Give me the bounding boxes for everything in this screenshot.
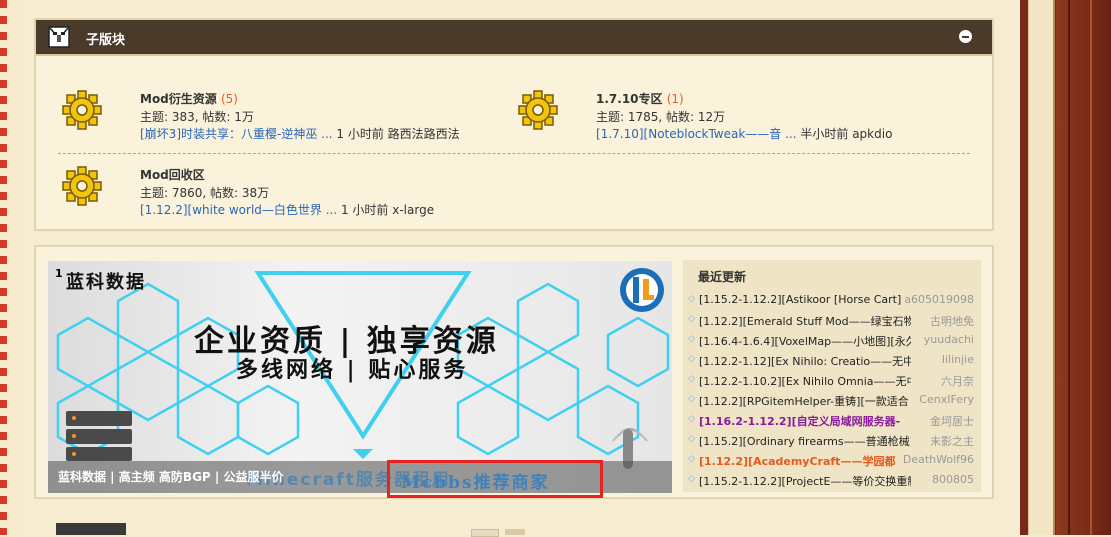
last-post-link[interactable]: [1.7.10][NoteblockTweak——音 ... xyxy=(596,127,797,141)
gear-icon xyxy=(518,90,558,130)
bullet-icon: ◇ xyxy=(688,474,695,484)
recent-updates-list: ◇ [1.15.2-1.12.2][Astikoor [Horse Cart] a6… xyxy=(688,293,978,493)
list-item[interactable]: ◇ [1.15.2-1.12.2][ProjectE——等价交换重制 800805 xyxy=(688,473,978,493)
forum-item-mod-derivative[interactable]: Mod衍生资源 (5) 主题: 383, 帖数: 1万 [崩坏3]时装共享：八重… xyxy=(62,90,462,146)
update-title[interactable]: [1.16.4-1.6.4][VoxelMap——小地图][永久 xyxy=(699,333,911,349)
forum-name[interactable]: 1.7.10专区 (1) xyxy=(596,90,684,107)
update-author[interactable]: CenxIFery xyxy=(919,393,974,406)
left-decorative-border xyxy=(0,0,7,535)
right-wood-frame xyxy=(1020,0,1111,535)
forum-item-mod-recycle[interactable]: Mod回收区 主题: 7860, 帖数: 38万 [1.12.2][white … xyxy=(62,166,462,222)
ad-brand: 蓝科数据 xyxy=(66,272,146,293)
subforum-header: 子版块 xyxy=(36,20,992,56)
forum-name[interactable]: Mod衍生资源 (5) xyxy=(140,90,238,107)
bottom-tab[interactable] xyxy=(471,529,499,537)
forum-stats: 主题: 383, 帖数: 1万 xyxy=(140,110,254,124)
update-title[interactable]: [1.12.2-1.12][Ex Nihilo: Creatio——无中生 xyxy=(699,353,911,369)
forum-last-post: [1.7.10][NoteblockTweak——音 ... 半小时前 apkd… xyxy=(596,127,893,141)
update-title[interactable]: [1.12.2][AcademyCraft——学园都 xyxy=(699,453,911,469)
forum-stats: 主题: 1785, 帖数: 12万 xyxy=(596,110,726,124)
forum-stats: 主题: 7860, 帖数: 38万 xyxy=(140,186,270,200)
ad-headline-2: 多线网络 | 贴心服务 xyxy=(236,357,469,383)
divider xyxy=(58,153,970,154)
update-title[interactable]: [1.12.2-1.10.2][Ex Nihilo Omnia——无中生 xyxy=(699,373,911,389)
list-item[interactable]: ◇ [1.16.2-1.12.2][自定义局域网服务器- 金坷居士 xyxy=(688,413,978,433)
lanke-logo-icon xyxy=(620,268,664,312)
bullet-icon: ◇ xyxy=(688,414,695,424)
recent-updates-title: 最近更新 xyxy=(698,270,747,284)
bullet-icon: ◇ xyxy=(688,434,695,444)
bottom-image-strip xyxy=(56,523,126,535)
update-title[interactable]: [1.15.2-1.12.2][ProjectE——等价交换重制 xyxy=(699,473,911,489)
recent-updates-panel: 最近更新 ◇ [1.15.2-1.12.2][Astikoor [Horse Ca… xyxy=(683,260,981,492)
update-title[interactable]: [1.16.2-1.12.2][自定义局域网服务器- xyxy=(699,413,911,429)
bullet-icon: ◇ xyxy=(688,374,695,384)
forum-last-post: [崩坏3]时装共享：八重樱-逆神巫 ... 1 小时前 路西法路西法 xyxy=(140,127,460,141)
update-author[interactable]: 800805 xyxy=(932,473,974,486)
ad-caption: 蓝科数据 | 高主频 高防BGP | 公益服半价 xyxy=(58,470,284,484)
update-author[interactable]: yuudachi xyxy=(924,333,974,346)
highlight-box xyxy=(387,460,603,498)
update-author[interactable]: 古明地免 xyxy=(930,313,974,329)
list-item[interactable]: ◇ [1.15.2][Ordinary firearms——普通枪械] 末影之主 xyxy=(688,433,978,453)
update-author[interactable]: a605019098 xyxy=(904,293,974,306)
forum-item-1710[interactable]: 1.7.10专区 (1) 主题: 1785, 帖数: 12万 [1.7.10][… xyxy=(518,90,958,146)
list-item[interactable]: ◇ [1.12.2][Emerald Stuff Mod——绿宝石物 古明地免 xyxy=(688,313,978,333)
update-title[interactable]: [1.12.2][RPGitemHelper-重铸][一款适合 xyxy=(699,393,911,409)
list-item[interactable]: ◇ [1.12.2-1.10.2][Ex Nihilo Omnia——无中生 六月奈 xyxy=(688,373,978,393)
forum-last-post: [1.12.2][white world—白色世界 ... 1 小时前 x-la… xyxy=(140,203,435,217)
gear-icon xyxy=(62,166,102,206)
list-item[interactable]: ◇ [1.12.2][AcademyCraft——学园都 DeathWolf96 xyxy=(688,453,978,473)
list-item[interactable]: ◇ [1.12.2][RPGitemHelper-重铸][一款适合 CenxIFer… xyxy=(688,393,978,413)
bullet-icon: ◇ xyxy=(688,394,695,404)
last-post-link[interactable]: [崩坏3]时装共享：八重樱-逆神巫 ... xyxy=(140,127,333,141)
bullet-icon: ◇ xyxy=(688,294,695,304)
update-author[interactable]: DeathWolf96 xyxy=(903,453,974,466)
slide-index: 1 xyxy=(55,267,63,280)
list-item[interactable]: ◇ [1.15.2-1.12.2][Astikoor [Horse Cart] a6… xyxy=(688,293,978,313)
forum-name[interactable]: Mod回收区 xyxy=(140,166,205,183)
update-title[interactable]: [1.12.2][Emerald Stuff Mod——绿宝石物 xyxy=(699,313,911,329)
update-author[interactable]: lilinjie xyxy=(942,353,974,366)
villager-icon xyxy=(48,26,70,48)
update-author[interactable]: 金坷居士 xyxy=(930,413,974,429)
bullet-icon: ◇ xyxy=(688,454,695,464)
bottom-tab[interactable] xyxy=(505,529,525,535)
bullet-icon: ◇ xyxy=(688,314,695,324)
update-title[interactable]: [1.15.2][Ordinary firearms——普通枪械] xyxy=(699,433,911,449)
update-title[interactable]: [1.15.2-1.12.2][Astikoor [Horse Cart] xyxy=(699,293,911,306)
subforum-panel: 子版块 Mod衍生资源 (5) 主题: 383, 帖数: 1万 [崩坏3]时装共… xyxy=(34,18,994,231)
collapse-icon[interactable] xyxy=(959,30,972,43)
bullet-icon: ◇ xyxy=(688,334,695,344)
gear-icon xyxy=(62,90,102,130)
list-item[interactable]: ◇ [1.12.2-1.12][Ex Nihilo: Creatio——无中生 li… xyxy=(688,353,978,373)
update-author[interactable]: 末影之主 xyxy=(930,433,974,449)
bullet-icon: ◇ xyxy=(688,354,695,364)
update-author[interactable]: 六月奈 xyxy=(941,373,974,389)
list-item[interactable]: ◇ [1.16.4-1.6.4][VoxelMap——小地图][永久 yuudach… xyxy=(688,333,978,353)
last-post-link[interactable]: [1.12.2][white world—白色世界 ... xyxy=(140,203,337,217)
ad-banner[interactable]: 1 蓝科数据 企业资质 | 独享资源 多线网络 | 贴心服务 Minecraft… xyxy=(48,261,672,493)
subforum-title: 子版块 xyxy=(86,33,126,48)
